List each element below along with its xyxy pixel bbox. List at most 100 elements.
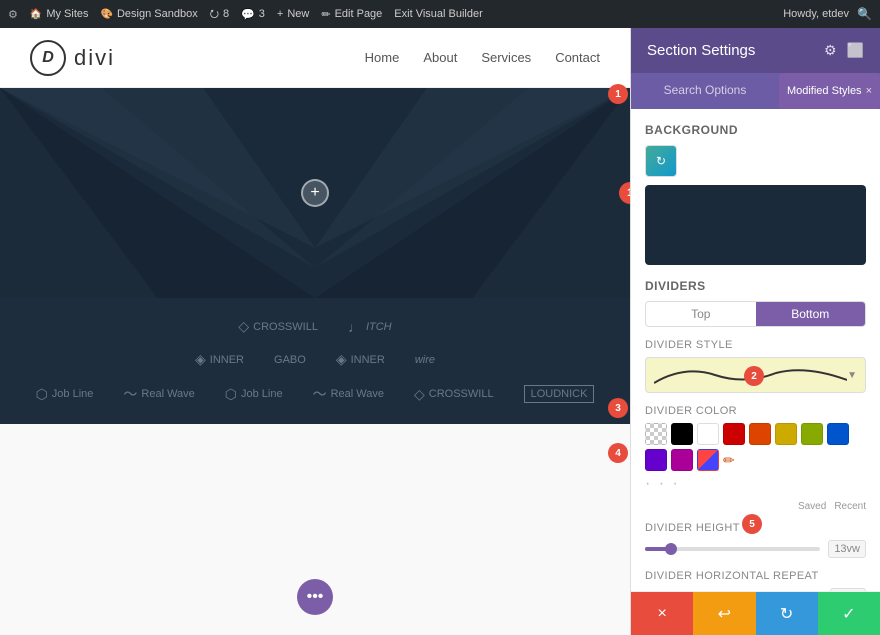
logo-inner-2: ◈ INNER <box>336 351 385 368</box>
logos-row-3: ⬡ Job Line 〜 Real Wave ⬡ Job Line 〜 Real… <box>30 384 600 404</box>
admin-bar-right: Howdy, etdev 🔍 <box>783 7 872 21</box>
panel-title: Section Settings <box>647 42 755 59</box>
admin-bar-wp[interactable]: ⚙ <box>8 8 18 21</box>
panel-content: Background ↻ Dividers Top Bottom Divider… <box>631 109 880 591</box>
right-panel: Section Settings ⚙ ⬜ Search Options Modi… <box>630 28 880 635</box>
admin-bar-exitbuilder[interactable]: Exit Visual Builder <box>394 8 482 20</box>
bg-swatch-row: ↻ <box>645 145 866 177</box>
admin-bar-comments[interactable]: 💬 3 <box>241 8 265 21</box>
purple-menu-button[interactable]: ••• <box>297 579 333 615</box>
admin-bar-new[interactable]: + New <box>277 8 309 20</box>
divider-tabs: Top Bottom <box>645 301 866 327</box>
modified-close-icon[interactable]: × <box>866 85 872 97</box>
undo-icon: ↩ <box>718 604 731 624</box>
add-content-button[interactable]: + <box>301 179 329 207</box>
bg-preview <box>645 185 866 265</box>
save-icon: ✓ <box>842 604 855 624</box>
hero-section: + 1 <box>0 88 630 298</box>
color-swatch-white[interactable] <box>697 423 719 445</box>
color-swatch-yellow[interactable] <box>775 423 797 445</box>
panel-toolbar: × ↩ ↻ ✓ <box>631 591 880 635</box>
divider-hrepeat-label: Divider Horizontal Repeat <box>645 570 866 582</box>
color-saved-label: Saved <box>798 501 826 512</box>
color-swatch-multicolor[interactable] <box>697 449 719 471</box>
divider-height-slider-row: 13vw <box>645 540 866 558</box>
color-swatch-blue[interactable] <box>827 423 849 445</box>
admin-howdy: Howdy, etdev <box>783 8 849 20</box>
nav-services[interactable]: Services <box>481 50 531 65</box>
color-pencil-icon[interactable]: ✏ <box>723 452 735 469</box>
background-label: Background <box>645 123 866 137</box>
logos-row-1: ◇ CROSSWILL ♩ ITCH <box>30 318 600 335</box>
logo-jobline-1: ⬡ Job Line <box>36 386 94 403</box>
color-swatch-purple[interactable] <box>645 449 667 471</box>
preview-area: D divi Home About Services Contact <box>0 28 630 635</box>
logo-jobline-2: ⬡ Job Line <box>225 386 283 403</box>
site-nav: D divi Home About Services Contact <box>0 28 630 88</box>
logo-inner-1: ◈ INNER <box>195 351 244 368</box>
toolbar-cancel-button[interactable]: × <box>631 592 693 635</box>
panel-header: Section Settings ⚙ ⬜ <box>631 28 880 73</box>
color-swatch-black[interactable] <box>671 423 693 445</box>
panel-tabs: Search Options Modified Styles × <box>631 73 880 109</box>
nav-home[interactable]: Home <box>365 50 400 65</box>
color-saved-recent: Saved Recent <box>645 501 866 512</box>
divider-style-chevron: ▼ <box>847 370 857 381</box>
toolbar-undo-button[interactable]: ↩ <box>693 592 755 635</box>
panel-expand-icon[interactable]: ⬜ <box>847 42 864 59</box>
nav-about[interactable]: About <box>423 50 457 65</box>
logo-wire: wire <box>415 354 435 366</box>
logo-gabo: GABO <box>274 354 306 366</box>
divider-height-label: Divider Height <box>645 522 866 534</box>
logo-circle: D <box>30 40 66 76</box>
panel-header-icons: ⚙ ⬜ <box>824 42 864 59</box>
logo-realwave-1: 〜 Real Wave <box>123 384 194 404</box>
logo-crosswill: ◇ CROSSWILL <box>238 318 318 335</box>
color-swatch-transparent[interactable] <box>645 423 667 445</box>
divider-tab-top[interactable]: Top <box>646 302 756 326</box>
divider-height-thumb[interactable] <box>665 543 677 555</box>
redo-icon: ↻ <box>780 604 793 624</box>
logo-realwave-2: 〜 Real Wave <box>313 384 384 404</box>
admin-bar: ⚙ 🏠 My Sites 🎨 Design Sandbox ⭮ 8 💬 3 + … <box>0 0 880 28</box>
logo-text: divi <box>74 45 115 71</box>
toolbar-save-button[interactable]: ✓ <box>818 592 880 635</box>
color-swatch-yellow-green[interactable] <box>801 423 823 445</box>
admin-bar-editpage[interactable]: ✏ Edit Page <box>321 8 382 21</box>
white-section: ••• <box>0 424 630 635</box>
tab-search-options[interactable]: Search Options <box>631 73 779 109</box>
cancel-icon: × <box>657 605 666 623</box>
main-layout: D divi Home About Services Contact <box>0 28 880 635</box>
nav-contact[interactable]: Contact <box>555 50 600 65</box>
color-row: ✏ <box>645 423 866 471</box>
site-logo: D divi <box>30 40 115 76</box>
color-swatch-orange-red[interactable] <box>749 423 771 445</box>
bg-swatch-gradient[interactable]: ↻ <box>645 145 677 177</box>
dividers-label: Dividers <box>645 279 866 293</box>
divider-color-label: Divider Color <box>645 405 866 417</box>
divider-height-track[interactable] <box>645 547 820 551</box>
panel-settings-icon[interactable]: ⚙ <box>824 42 837 59</box>
divider-tab-bottom[interactable]: Bottom <box>756 302 866 326</box>
admin-search-icon[interactable]: 🔍 <box>857 7 872 21</box>
color-more-dots: · · · <box>645 475 866 493</box>
bg-gradient-icon: ↻ <box>656 154 666 168</box>
divider-style-preview <box>654 365 847 385</box>
site-nav-links: Home About Services Contact <box>365 50 600 65</box>
logo-loudnick: LOUDNICK <box>524 385 595 403</box>
admin-bar-mysites[interactable]: 🏠 My Sites <box>30 8 89 20</box>
admin-bar-updates[interactable]: ⭮ 8 <box>210 5 229 24</box>
toolbar-redo-button[interactable]: ↻ <box>756 592 818 635</box>
admin-bar-sandbox[interactable]: 🎨 Design Sandbox <box>101 8 198 20</box>
color-swatch-magenta[interactable] <box>671 449 693 471</box>
divider-style-select[interactable]: ▼ <box>645 357 866 393</box>
logo-crosswill-2: ◇ CROSSWILL <box>414 386 494 403</box>
logo-itch: ♩ ITCH <box>348 319 392 335</box>
color-recent-label: Recent <box>834 501 866 512</box>
color-swatch-red[interactable] <box>723 423 745 445</box>
logos-row-2: ◈ INNER GABO ◈ INNER wire <box>30 351 600 368</box>
divider-height-value: 13vw <box>828 540 866 558</box>
divider-style-label: Divider Style <box>645 339 866 351</box>
tab-modified-styles[interactable]: Modified Styles × <box>779 73 880 109</box>
logos-section: ◇ CROSSWILL ♩ ITCH ◈ INNER GABO ◈ <box>0 298 630 424</box>
